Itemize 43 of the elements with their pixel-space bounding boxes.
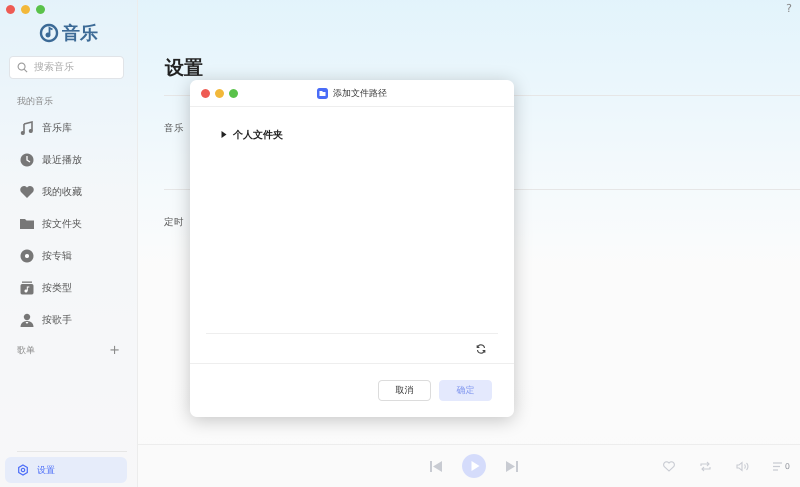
clock-icon bbox=[20, 153, 34, 167]
folder-icon bbox=[20, 217, 34, 231]
page-title: 设置 bbox=[165, 56, 204, 81]
disclosure-icon[interactable] bbox=[221, 131, 227, 138]
search-field[interactable]: 搜索音乐 bbox=[9, 56, 124, 79]
disc-icon bbox=[20, 249, 34, 263]
sidebar-item[interactable]: 音乐库 bbox=[0, 118, 127, 138]
minimize-button[interactable] bbox=[21, 5, 30, 14]
sidebar-item[interactable]: 按专辑 bbox=[0, 246, 127, 266]
music-box-icon bbox=[20, 281, 34, 295]
setting-label: 音乐 bbox=[164, 123, 184, 134]
sidebar-item[interactable]: 按文件夹 bbox=[0, 214, 127, 234]
refresh-icon[interactable] bbox=[476, 344, 486, 354]
app-name: 音乐 bbox=[62, 22, 98, 45]
sidebar-item[interactable]: 最近播放 bbox=[0, 150, 127, 170]
next-icon[interactable] bbox=[506, 460, 518, 472]
dialog-title: 添加文件路径 bbox=[333, 88, 387, 100]
settings-icon bbox=[17, 464, 29, 476]
section-label: 我的音乐 bbox=[17, 96, 54, 108]
cancel-button[interactable]: 取消 bbox=[378, 380, 431, 401]
sidebar-item[interactable]: 按类型 bbox=[0, 278, 127, 298]
folder-icon bbox=[317, 88, 328, 99]
heart-icon[interactable] bbox=[662, 460, 675, 472]
sidebar-item[interactable]: 按歌手 bbox=[0, 310, 127, 330]
tree-item[interactable]: 个人文件夹 bbox=[221, 128, 283, 142]
minimize-button[interactable] bbox=[215, 88, 224, 98]
heart-icon bbox=[20, 185, 34, 199]
play-button[interactable] bbox=[462, 454, 486, 478]
zoom-button[interactable] bbox=[229, 88, 238, 98]
zoom-button[interactable] bbox=[36, 5, 45, 14]
music-logo-icon bbox=[39, 23, 59, 43]
section-label: 歌单 bbox=[17, 344, 35, 357]
person-icon bbox=[20, 313, 34, 327]
settings-item[interactable]: 设置 bbox=[5, 457, 127, 483]
setting-label: 定时 bbox=[164, 217, 184, 228]
volume-icon[interactable] bbox=[736, 460, 749, 472]
close-button[interactable] bbox=[201, 88, 210, 98]
search-icon bbox=[17, 62, 28, 73]
music-note-icon bbox=[20, 121, 34, 135]
previous-icon[interactable] bbox=[430, 460, 442, 472]
sidebar-item[interactable]: 我的收藏 bbox=[0, 182, 127, 202]
close-button[interactable] bbox=[6, 5, 15, 14]
repeat-icon[interactable] bbox=[698, 460, 712, 472]
